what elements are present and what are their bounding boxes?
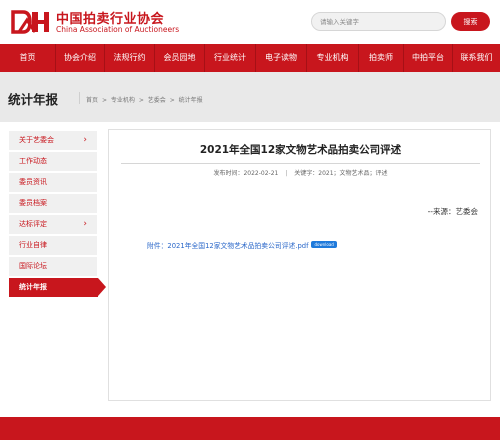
chevron-right-icon: › (83, 219, 87, 229)
article-source: --来源：艺委会 (427, 207, 478, 216)
article-divider (121, 163, 480, 164)
sidebar-item-label: 关于艺委会 (19, 136, 54, 144)
nav-item-about[interactable]: 协会介绍 (56, 44, 104, 72)
nav-item-institutions[interactable]: 专业机构 (307, 44, 358, 72)
cah-logo-icon[interactable] (11, 8, 51, 36)
breadcrumb-separator: > (169, 97, 175, 104)
sidebar-item-annual-statistics[interactable]: 统计年报 (9, 278, 106, 297)
search-button[interactable]: 搜索 (451, 12, 490, 31)
nav-item-platform[interactable]: 中拍平台 (404, 44, 452, 72)
attachment-filename[interactable]: 2021年全国12家文物艺术品拍卖公司评述.pdf (167, 242, 308, 250)
site-header: 中国拍卖行业协会 China Association of Auctioneer… (0, 0, 500, 44)
article-meta: 发布时间：2022-02-21 | 关键字：2021；文物艺术品；评述 (109, 168, 492, 177)
sidebar-menu: 关于艺委会 › 工作动态 委员资讯 委员档案 达标评定 › 行业自律 国际论坛 … (9, 131, 106, 299)
nav-item-ebooks[interactable]: 电子读物 (256, 44, 306, 72)
sidebar-item-member-news[interactable]: 委员资讯 (9, 173, 97, 192)
logo-title-en: China Association of Auctioneers (56, 25, 180, 34)
nav-item-home[interactable]: 首页 (0, 44, 55, 72)
page-title: 统计年报 (8, 92, 59, 107)
sidebar-item-standard-rating[interactable]: 达标评定 › (9, 215, 97, 234)
breadcrumb: 首页 > 专业机构 > 艺委会 > 统计年报 (86, 95, 205, 104)
site-footer (0, 417, 500, 440)
download-icon[interactable]: download (311, 241, 337, 248)
article-panel: 2021年全国12家文物艺术品拍卖公司评述 发布时间：2022-02-21 | … (108, 129, 491, 401)
sidebar-item-label: 统计年报 (19, 283, 47, 291)
breadcrumb-art-committee[interactable]: 艺委会 (148, 97, 166, 104)
keywords-label: 关键字： (294, 170, 319, 177)
sidebar-item-label: 工作动态 (19, 157, 47, 165)
nav-item-members[interactable]: 会员园地 (155, 44, 204, 72)
section-band: 统计年报 首页 > 专业机构 > 艺委会 > 统计年报 (0, 72, 500, 122)
sidebar-item-member-archive[interactable]: 委员档案 (9, 194, 97, 213)
article-title: 2021年全国12家文物艺术品拍卖公司评述 (199, 144, 402, 156)
publish-date: 2022-02-21 (243, 170, 279, 177)
page: 中国拍卖行业协会 China Association of Auctioneer… (0, 0, 500, 440)
keywords-value: 2021；文物艺术品；评述 (318, 170, 388, 177)
breadcrumb-current: 统计年报 (178, 97, 203, 104)
main-nav: 首页 协会介绍 法规行约 会员园地 行业统计 电子读物 专业机构 拍卖师 中拍平… (0, 44, 500, 72)
sidebar-item-label: 国际论坛 (19, 262, 47, 270)
sidebar-item-label: 行业自律 (19, 241, 47, 249)
sidebar-item-label: 委员档案 (19, 199, 47, 207)
title-divider (79, 92, 80, 104)
attachment-link[interactable]: 附件：2021年全国12家文物艺术品拍卖公司评述.pdf download (147, 240, 337, 250)
sidebar-item-international-forum[interactable]: 国际论坛 (9, 257, 97, 276)
sidebar-item-about-committee[interactable]: 关于艺委会 › (9, 131, 97, 150)
sidebar-item-self-discipline[interactable]: 行业自律 (9, 236, 97, 255)
breadcrumb-home[interactable]: 首页 (86, 97, 98, 104)
sidebar-item-label: 达标评定 (19, 220, 47, 228)
sidebar-item-label: 委员资讯 (19, 178, 47, 186)
breadcrumb-institutions[interactable]: 专业机构 (111, 97, 135, 104)
chevron-right-icon: › (83, 135, 87, 145)
search-input[interactable] (311, 12, 446, 31)
nav-item-auctioneers[interactable]: 拍卖师 (359, 44, 403, 72)
breadcrumb-separator: > (101, 97, 107, 104)
attachment-label: 附件： (147, 242, 168, 250)
nav-item-statistics[interactable]: 行业统计 (205, 44, 255, 72)
nav-item-contact[interactable]: 联系我们 (453, 44, 500, 72)
breadcrumb-separator: > (138, 97, 144, 104)
meta-separator: | (285, 170, 288, 177)
sidebar-item-work-news[interactable]: 工作动态 (9, 152, 97, 171)
nav-item-regulations[interactable]: 法规行约 (105, 44, 154, 72)
date-label: 发布时间： (213, 170, 244, 177)
